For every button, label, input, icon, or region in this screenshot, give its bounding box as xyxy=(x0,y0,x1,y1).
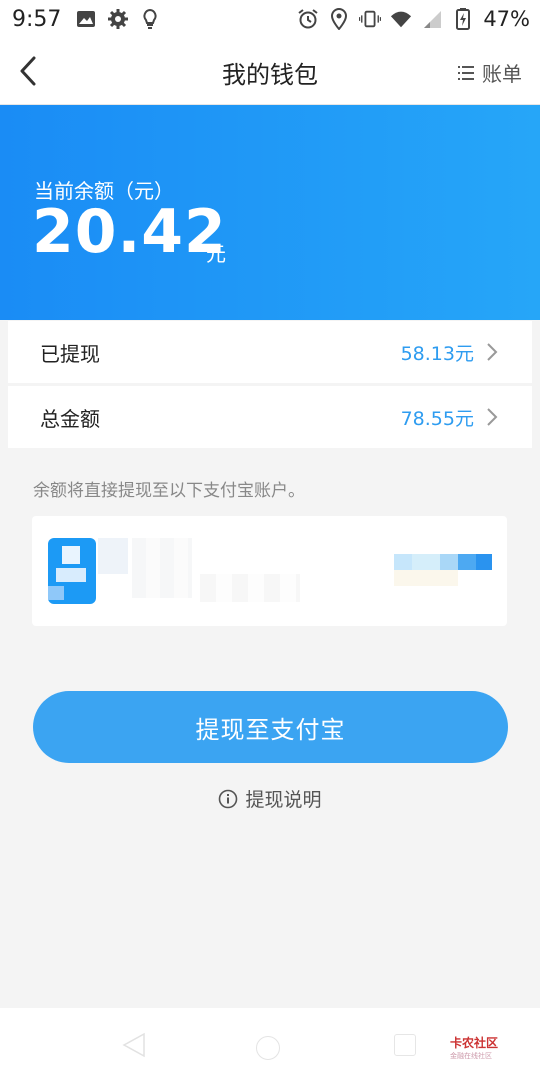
account-detail-obscured xyxy=(200,574,300,602)
total-value: 78.55元 xyxy=(400,407,474,430)
app-header: 我的钱包 账单 xyxy=(0,38,540,105)
vibrate-icon xyxy=(359,8,382,30)
battery-percent: 47% xyxy=(483,7,530,31)
bill-button[interactable]: 账单 xyxy=(458,58,522,87)
total-row[interactable]: 总金额 78.55元 xyxy=(8,386,532,448)
signal-icon xyxy=(421,8,443,30)
system-nav-bar: 卡农社区 金融在线社区 xyxy=(0,1008,540,1080)
withdraw-explain-label: 提现说明 xyxy=(245,789,322,811)
account-number-obscured xyxy=(132,538,192,598)
bulb-icon xyxy=(139,8,161,30)
withdraw-explain-link[interactable]: 提现说明 xyxy=(0,785,540,812)
balance-unit: 元 xyxy=(206,242,226,266)
nav-back-icon[interactable] xyxy=(120,1032,146,1058)
status-time: 9:57 xyxy=(12,6,62,32)
wifi-icon xyxy=(390,8,412,30)
withdrawn-label: 已提现 xyxy=(40,341,100,366)
image-icon xyxy=(75,8,97,30)
total-label: 总金额 xyxy=(40,406,100,431)
alarm-icon xyxy=(297,8,319,30)
bill-label: 账单 xyxy=(482,62,522,86)
account-hint: 余额将直接提现至以下支付宝账户。 xyxy=(33,481,305,501)
list-icon xyxy=(458,65,474,80)
alipay-logo-obscured xyxy=(48,538,96,604)
status-bar: 9:57 47% xyxy=(0,0,540,38)
chevron-right-icon xyxy=(487,343,498,361)
alipay-account-card[interactable] xyxy=(32,516,507,626)
balance-banner: 当前余额（元） 20.42 元 xyxy=(0,105,540,320)
nav-home-icon[interactable] xyxy=(256,1036,280,1060)
withdrawn-row[interactable]: 已提现 58.13元 xyxy=(8,321,532,383)
withdrawn-value: 58.13元 xyxy=(400,342,474,365)
balance-value: 20.42 xyxy=(32,197,227,267)
location-icon xyxy=(328,8,350,30)
account-name-obscured xyxy=(98,538,128,574)
battery-icon xyxy=(452,8,474,30)
watermark-main: 卡农社区 xyxy=(450,1036,499,1050)
nav-recent-icon[interactable] xyxy=(394,1034,416,1056)
info-icon xyxy=(219,789,238,808)
withdraw-to-alipay-button[interactable]: 提现至支付宝 xyxy=(33,691,508,763)
watermark-sub: 金融在线社区 xyxy=(450,1052,492,1060)
account-status-obscured xyxy=(394,554,494,588)
chevron-right-icon xyxy=(487,408,498,426)
watermark-logo: 卡农社区 金融在线社区 xyxy=(450,1034,498,1061)
gear-icon xyxy=(107,8,129,30)
